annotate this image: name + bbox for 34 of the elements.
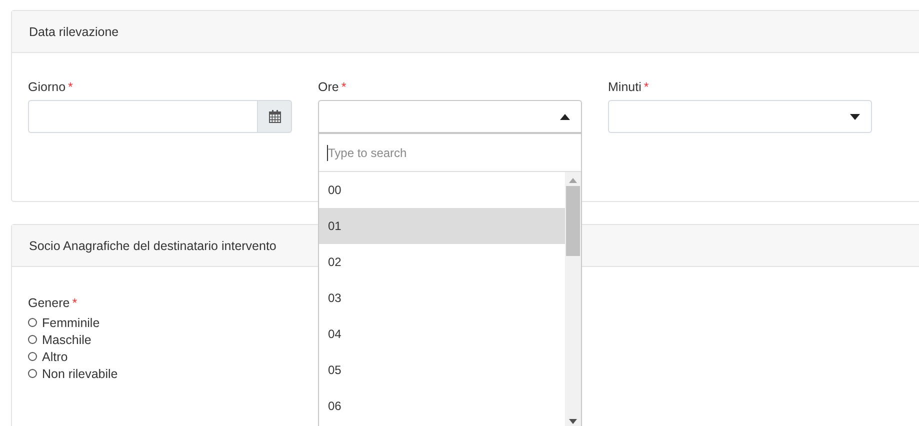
radio-label[interactable]: Maschile bbox=[42, 332, 92, 346]
dropdown-option[interactable]: 04 bbox=[319, 316, 565, 352]
calendar-icon bbox=[268, 110, 280, 123]
required-mark: * bbox=[72, 296, 78, 310]
required-mark: * bbox=[644, 80, 649, 94]
radio-button[interactable] bbox=[28, 318, 37, 327]
dropdown-option[interactable]: 06 bbox=[319, 388, 565, 424]
caret-up-icon bbox=[560, 114, 570, 120]
select-field[interactable] bbox=[608, 100, 872, 133]
field-label: Genere bbox=[28, 296, 70, 310]
field-label: Ore bbox=[318, 80, 339, 94]
required-mark: * bbox=[341, 80, 346, 94]
calendar-button[interactable] bbox=[257, 100, 292, 133]
dropdown-option[interactable]: 00 bbox=[319, 172, 565, 208]
dropdown-option[interactable]: 05 bbox=[319, 352, 565, 388]
radio-button[interactable] bbox=[28, 369, 37, 378]
dropdown-option[interactable]: 03 bbox=[319, 280, 565, 316]
required-mark: * bbox=[68, 80, 73, 94]
dropdown-option[interactable]: 02 bbox=[319, 244, 565, 280]
scroll-down-icon bbox=[569, 419, 577, 424]
field-label: Giorno bbox=[28, 80, 66, 94]
radio-label[interactable]: Femminile bbox=[42, 316, 100, 330]
scrollbar[interactable] bbox=[565, 172, 581, 426]
section-title: Socio Anagrafiche del destinatario intervento bbox=[29, 238, 276, 252]
field-label: Minuti bbox=[608, 80, 642, 94]
scroll-up-icon bbox=[569, 178, 577, 183]
radio-label[interactable]: Altro bbox=[42, 350, 68, 364]
radio-button[interactable] bbox=[28, 335, 37, 344]
date-input-field[interactable] bbox=[28, 100, 257, 133]
radio-button[interactable] bbox=[28, 352, 37, 361]
section-title: Data rilevazione bbox=[29, 24, 119, 38]
dropdown-option[interactable]: 01 bbox=[319, 208, 565, 244]
caret-down-icon bbox=[850, 114, 860, 120]
radio-label[interactable]: Non rilevabile bbox=[42, 366, 118, 380]
